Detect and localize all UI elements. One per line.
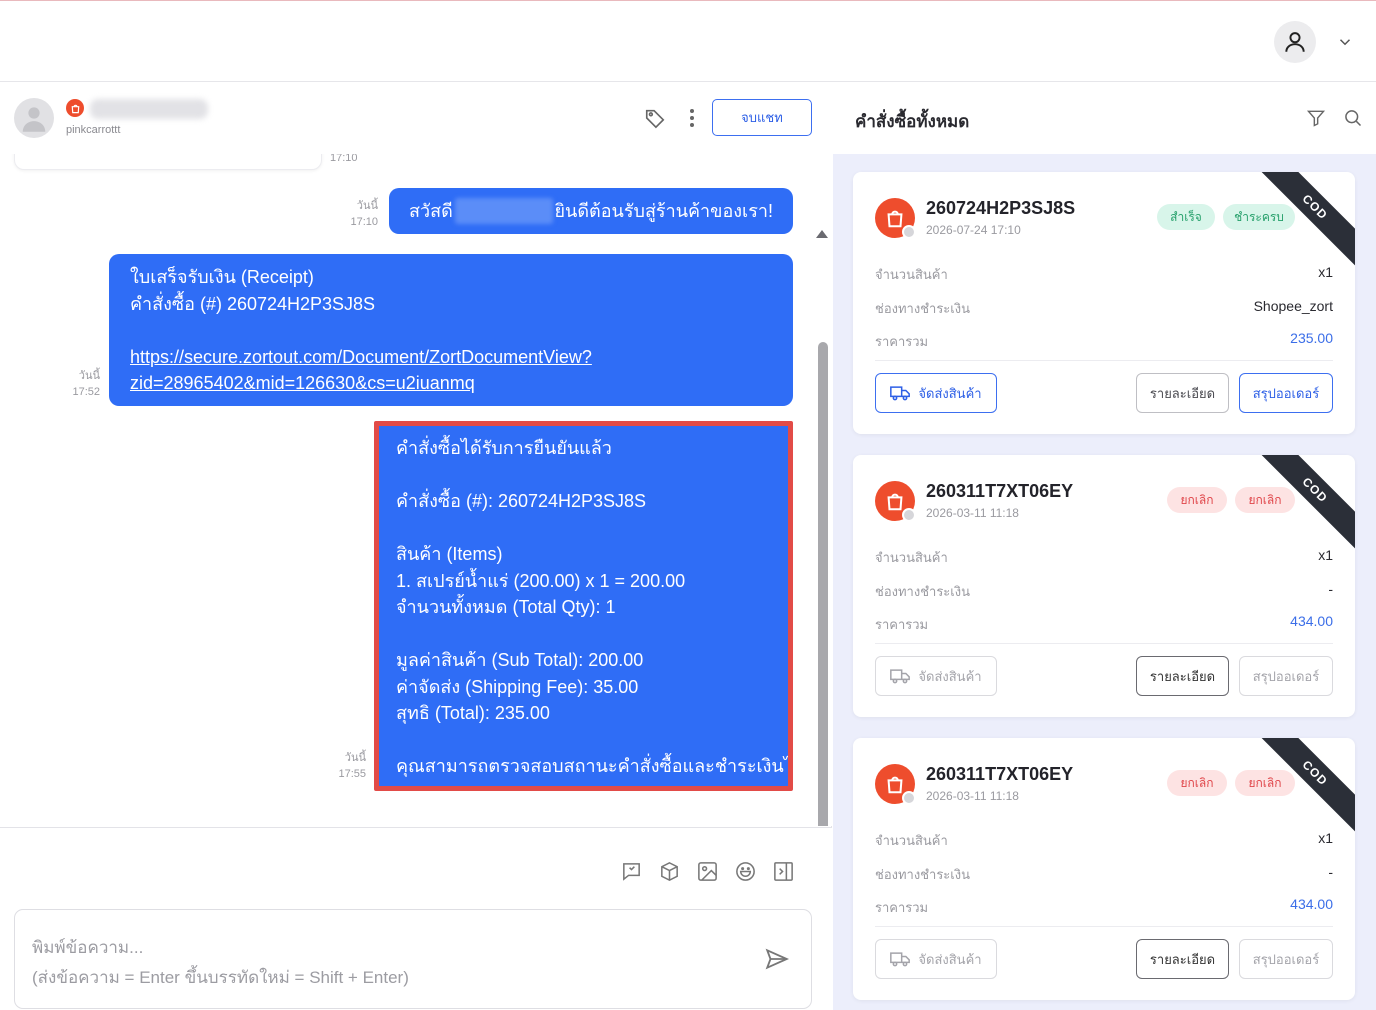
user-avatar-button[interactable] [1274,21,1316,63]
user-icon [1285,32,1305,52]
customer-name-blurred [454,198,553,224]
emoji-icon[interactable] [734,860,757,883]
quick-reply-icon[interactable] [620,860,643,883]
customer-id: pinkcarrottt [66,124,121,136]
status-badge: ยกเลิก [1167,487,1227,513]
status-badge: ยกเลิก [1167,770,1227,796]
order-card: COD 260724H2P3SJ8S 2026-07-24 17:10 สำเร… [853,172,1355,434]
order-card: COD 260311T7XT06EY 2026-03-11 11:18 ยกเล… [853,738,1355,1000]
user-icon [22,107,46,132]
qty-label: จำนวนสินค้า [875,550,948,565]
order-number: 260724H2P3SJ8S [926,198,1076,218]
customer-avatar [14,98,54,138]
order-card: COD 260311T7XT06EY 2026-03-11 11:18 ยกเล… [853,455,1355,717]
send-icon[interactable] [764,946,790,972]
total-label: ราคารวม [875,617,929,632]
order-date: 2026-03-11 11:18 [926,789,1019,803]
payment-value: - [1328,864,1333,880]
scroll-up-arrow[interactable] [816,230,828,238]
qty-value: x1 [1318,830,1333,846]
truck-icon [890,669,911,684]
shopee-icon [66,99,84,117]
ship-order-button[interactable]: จัดส่งสินค้า [875,656,997,696]
customer-name-blurred [90,99,208,119]
order-number: 260311T7XT06EY [926,481,1074,501]
message-timestamp: วันนี้ 17:55 [338,752,366,780]
order-number: 260311T7XT06EY [926,764,1074,784]
orders-header: คำสั่งซื้อทั้งหมด [833,82,1376,154]
side-panel-toggle-icon[interactable] [772,860,795,883]
order-summary-button[interactable]: สรุปออเดอร์ [1239,373,1333,413]
total-value: 434.00 [1290,613,1333,629]
qty-label: จำนวนสินค้า [875,267,948,282]
payment-status-badge: ยกเลิก [1235,770,1295,796]
order-summary-button[interactable]: สรุปออเดอร์ [1239,656,1333,696]
order-date: 2026-03-11 11:18 [926,506,1019,520]
message-bubble-welcome: สวัสดี ยินดีต้อนรับสู่ร้านค้าของเรา! [389,188,793,234]
payment-label: ช่องทางชำระเงิน [875,867,970,882]
qty-value: x1 [1318,264,1333,280]
chevron-down-icon[interactable] [1336,33,1354,51]
message-time: 17:10 [330,154,358,164]
order-detail-button[interactable]: รายละเอียด [1136,939,1229,979]
tag-icon[interactable] [644,107,666,129]
ship-order-button[interactable]: จัดส่งสินค้า [875,373,997,413]
shopee-icon [875,481,916,522]
chat-panel: pinkcarrottt จบแชท 17:10 วันนี้ 17:10 สวั… [0,82,832,1010]
qty-label: จำนวนสินค้า [875,833,948,848]
message-timestamp: วันนี้ 17:52 [72,370,100,398]
payment-value: Shopee_zort [1253,298,1333,314]
payment-status-badge: ชำระครบ [1223,204,1295,230]
image-icon[interactable] [696,860,719,883]
order-summary-button[interactable]: สรุปออเดอร์ [1239,939,1333,979]
message-bubble-receipt: ใบเสร็จรับเงิน (Receipt) คำสั่งซื้อ (#) … [109,254,793,406]
payment-label: ช่องทางชำระเงิน [875,584,970,599]
message-bubble-order-confirmed: คำสั่งซื้อได้รับการยืนยันแล้ว คำสั่งซื้อ… [374,421,793,791]
message-composer: พิมพ์ข้อความ... (ส่งข้อความ = Enter ขึ้น… [0,827,832,1010]
scrollbar-thumb[interactable] [818,342,828,826]
payment-status-badge: ยกเลิก [1235,487,1295,513]
order-detail-button[interactable]: รายละเอียด [1136,656,1229,696]
shopee-icon [875,198,916,239]
total-label: ราคารวม [875,900,929,915]
total-value: 434.00 [1290,896,1333,912]
message-input-placeholder: พิมพ์ข้อความ... [32,938,144,957]
more-options-icon[interactable] [684,107,700,129]
shopee-icon [875,764,916,805]
orders-title: คำสั่งซื้อทั้งหมด [855,112,970,131]
message-timestamp: วันนี้ 17:10 [350,200,378,228]
truck-icon [890,952,911,967]
qty-value: x1 [1318,547,1333,563]
filter-icon[interactable] [1306,108,1326,128]
chat-header: pinkcarrottt จบแชท [0,82,832,154]
order-date: 2026-07-24 17:10 [926,223,1021,237]
status-badge: สำเร็จ [1157,204,1215,230]
total-value: 235.00 [1290,330,1333,346]
message-list[interactable]: 17:10 วันนี้ 17:10 สวัสดี ยินดีต้อนรับสู่… [0,154,832,826]
product-box-icon[interactable] [658,860,681,883]
message-input[interactable]: พิมพ์ข้อความ... (ส่งข้อความ = Enter ขึ้น… [14,909,812,1009]
search-icon[interactable] [1343,108,1363,128]
previous-message-card [14,154,322,170]
total-label: ราคารวม [875,334,929,349]
end-chat-button[interactable]: จบแชท [712,99,812,136]
truck-icon [890,386,911,401]
ship-order-button[interactable]: จัดส่งสินค้า [875,939,997,979]
payment-value: - [1328,581,1333,597]
order-detail-button[interactable]: รายละเอียด [1136,373,1229,413]
top-bar [0,0,1376,82]
orders-panel: คำสั่งซื้อทั้งหมด COD 260724H2P3SJ8S 202… [833,82,1376,1010]
message-input-hint: (ส่งข้อความ = Enter ขึ้นบรรทัดใหม่ = Shi… [32,968,409,987]
payment-label: ช่องทางชำระเงิน [875,301,970,316]
receipt-link[interactable]: https://secure.zortout.com/Document/Zort… [130,347,592,367]
receipt-link-cont[interactable]: zid=28965402&mid=126630&cs=u2iuanmq [130,373,475,393]
composer-toolbar [620,860,795,883]
